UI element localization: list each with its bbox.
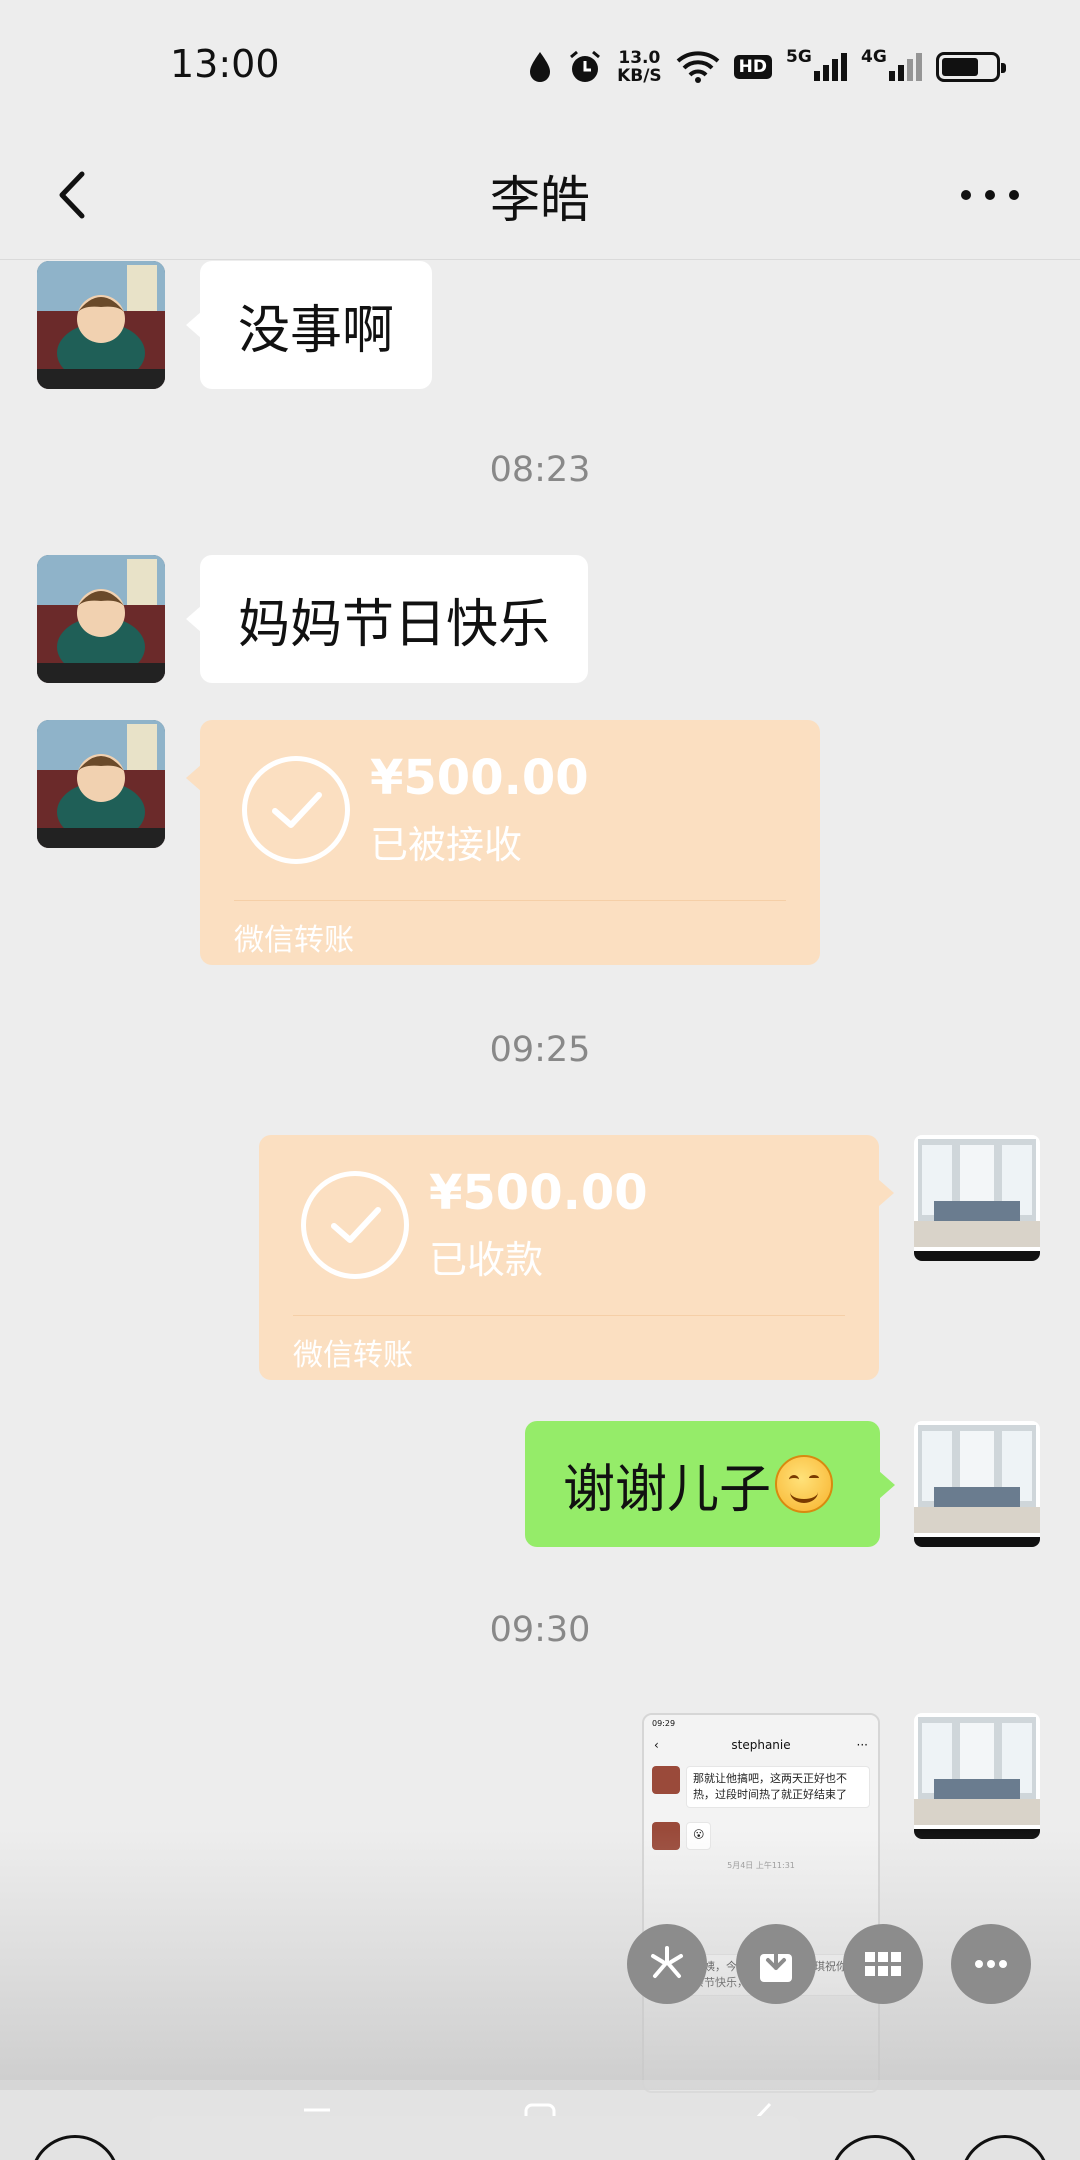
transfer-status: 已被接收 [370,823,523,867]
screenshot-title: ‹ stephanie ··· [654,1738,868,1752]
hd-badge: HD [733,55,772,79]
contact-avatar[interactable] [37,555,165,683]
transfer-card-received[interactable]: ¥500.00 已被接收 微信转账 [186,720,820,965]
divider [293,1315,845,1316]
screenshot-message-text: 那就让他搞吧，这两天正好也不热，过段时间热了就正好结束了 [686,1766,870,1808]
self-avatar[interactable] [914,1135,1040,1261]
grid-icon [865,1952,901,1976]
screenshot-emoji: 😮 [686,1822,712,1850]
self-avatar[interactable] [914,1713,1040,1839]
screenshot-status-time: 09:29 [652,1719,676,1728]
more-dots-icon [975,1960,1007,1968]
download-action-button[interactable] [736,1924,816,2004]
transfer-label: 微信转账 [293,1338,413,1373]
timestamp: 09:25 [489,1030,591,1070]
status-time: 13:00 [170,42,280,86]
contact-avatar[interactable] [37,720,165,848]
image-message-screenshot[interactable]: 09:29 ‹ stephanie ··· 那就让他搞吧，这两天正好也不热，过段… [642,1713,880,2093]
more-action-button[interactable] [951,1924,1031,2004]
status-bar: 13:00 13.0 KB/S HD 5G 4G [0,0,1080,130]
chat-title: 李皓 [490,171,590,229]
signal-4g: 4G [861,47,922,81]
message-bubble-received[interactable]: 没事啊 [185,261,433,389]
transfer-amount: ¥500.00 [429,1165,648,1221]
message-text: 妈妈节日快乐 [238,594,551,655]
message-bubble-sent[interactable]: 谢谢儿子 [525,1421,895,1547]
chat-header: 李皓 [0,130,1080,260]
transfer-label: 微信转账 [234,923,354,958]
check-circle-icon [242,756,350,864]
contact-avatar[interactable] [37,261,165,389]
more-options-icon[interactable] [950,160,1030,230]
signal-4g-label: 4G [861,47,887,67]
net-speed: 13.0 KB/S [617,49,662,85]
timestamp: 09:30 [489,1610,591,1650]
signal-5g: 5G [786,47,847,81]
message-text: 谢谢儿子 [563,1459,772,1520]
net-speed-unit: KB/S [617,66,662,86]
smile-emoji-icon [775,1455,834,1513]
battery-icon [936,52,1006,82]
burst-icon [651,1946,683,1978]
burst-action-button[interactable] [627,1924,707,2004]
signal-5g-label: 5G [786,47,812,67]
alarm-icon [570,50,601,82]
message-text: 没事啊 [238,300,395,361]
screenshot-timestamp: 5月4日 上午11:31 [727,1861,795,1870]
status-icons: 13.0 KB/S HD 5G 4G [527,42,1006,92]
wifi-icon [676,51,719,83]
grid-action-button[interactable] [843,1924,923,2004]
download-icon [760,1944,792,1982]
net-speed-value: 13.0 [618,48,661,68]
message-input-area[interactable] [150,2116,800,2160]
screenshot-message-row: 😮 [644,1822,878,1850]
screenshot-message-row: 那就让他搞吧，这两天正好也不热，过段时间热了就正好结束了 [644,1766,878,1808]
self-avatar[interactable] [914,1421,1040,1547]
screenshot-title-text: stephanie [731,1738,791,1752]
message-bubble-received[interactable]: 妈妈节日快乐 [185,555,589,683]
check-circle-icon [301,1171,409,1279]
timestamp: 08:23 [489,450,591,490]
drop-icon [530,52,551,82]
transfer-card-sent[interactable]: ¥500.00 已收款 微信转账 [259,1135,894,1380]
divider [234,900,786,901]
transfer-amount: ¥500.00 [370,750,589,806]
transfer-status: 已收款 [429,1238,544,1282]
